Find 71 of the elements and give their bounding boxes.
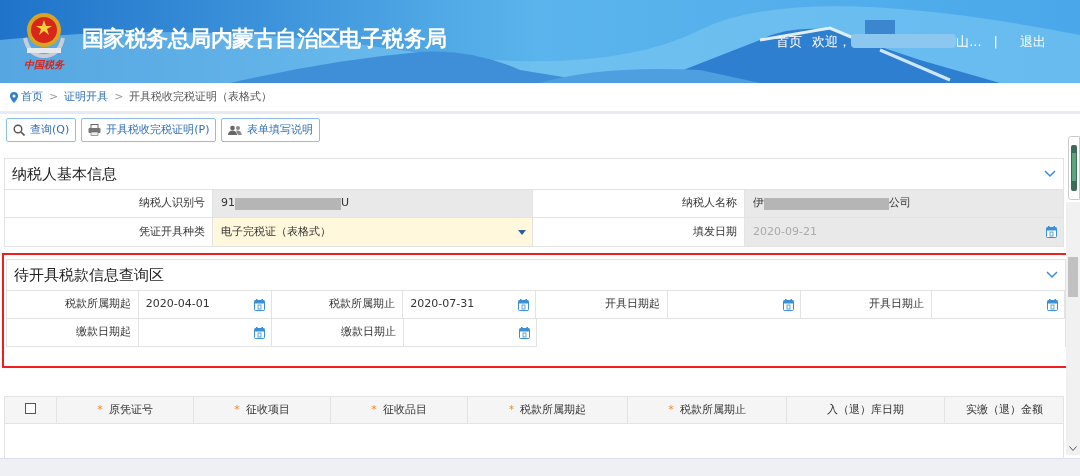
required-mark: *	[508, 401, 515, 418]
column-label: 税款所属期起	[520, 401, 587, 418]
calendar-icon[interactable]	[519, 326, 530, 339]
section-title: 待开具税款信息查询区	[14, 264, 164, 286]
scrollbar-thumb[interactable]	[1068, 257, 1078, 297]
dropdown-caret-icon[interactable]	[518, 229, 526, 235]
field-label: 税款所属期起	[7, 291, 139, 319]
side-widget[interactable]	[1068, 136, 1080, 200]
calendar-icon[interactable]	[518, 298, 529, 311]
location-pin-icon	[10, 91, 18, 103]
breadcrumb-current: 开具税收完税证明（表格式）	[129, 88, 273, 105]
column-header[interactable]: 实缴（退）金额	[945, 397, 1063, 423]
toolbar-button[interactable]: 查询(Q)	[6, 118, 77, 142]
side-widget-icon	[1071, 143, 1077, 193]
calendar-icon[interactable]	[782, 298, 794, 311]
section-title: 纳税人基本信息	[12, 163, 117, 185]
site-title: 国家税务总局内蒙古自治区电子税务局	[82, 28, 447, 50]
header-link[interactable]: 首页	[776, 34, 803, 48]
scroll-down-icon[interactable]	[1069, 446, 1077, 451]
checkbox[interactable]	[25, 403, 36, 414]
column-header[interactable]: * 原凭证号	[57, 397, 194, 423]
column-label: 征收品目	[382, 401, 427, 418]
required-mark: *	[371, 401, 377, 418]
column-header[interactable]: * 税款所属期起	[468, 397, 628, 423]
field-value: 公司	[889, 195, 911, 212]
field-value: U	[341, 195, 350, 212]
column-label: 税款所属期止	[679, 401, 746, 418]
calendar-icon[interactable]	[254, 326, 265, 339]
date-field[interactable]	[139, 319, 272, 347]
date-field[interactable]: 2020-04-01	[138, 291, 272, 319]
column-label: 入（退）库日期	[827, 401, 904, 418]
required-mark: *	[97, 401, 103, 418]
column-label: 实缴（退）金额	[965, 401, 1043, 418]
column-header[interactable]: * 征收品目	[331, 397, 468, 423]
field-value: 2020-04-01	[145, 296, 210, 313]
required-mark: *	[234, 401, 240, 418]
scrollbar[interactable]	[1066, 202, 1080, 455]
people-icon	[228, 124, 243, 136]
search-icon	[13, 124, 25, 136]
calendar-icon[interactable]	[1047, 298, 1058, 311]
header-text: 山...	[956, 34, 982, 48]
breadcrumb-link[interactable]: 证明开具	[64, 88, 109, 106]
separator: |	[993, 34, 998, 48]
field-value: 2020-09-21	[753, 223, 817, 240]
printer-icon	[88, 124, 102, 136]
breadcrumb-separator: >	[114, 88, 124, 105]
toolbar-button[interactable]: 表单填写说明	[221, 118, 321, 142]
date-field[interactable]: 2020-07-31	[403, 291, 536, 319]
logo-text: 中国税务	[24, 60, 64, 70]
column-header[interactable]: * 税款所属期止	[628, 397, 787, 423]
column-label: 征收项目	[245, 401, 290, 418]
field-value: 2020-07-31	[410, 296, 475, 313]
field-label: 开具日期起	[536, 291, 668, 319]
breadcrumb-separator: >	[49, 88, 59, 105]
chevron-down-icon[interactable]	[1046, 271, 1058, 279]
column-header[interactable]: * 征收项目	[194, 397, 331, 423]
field-value: 伊	[753, 195, 764, 212]
field-value: 电子完税证（表格式）	[221, 223, 331, 240]
toolbar-button[interactable]: 开具税收完税证明(P)	[81, 118, 217, 142]
column-header[interactable]: 入（退）库日期	[787, 397, 945, 423]
required-mark: *	[668, 401, 674, 418]
select-field[interactable]: 电子完税证（表格式）	[213, 218, 533, 246]
date-field[interactable]	[667, 291, 801, 319]
header-text: 欢迎，	[812, 34, 852, 48]
date-field[interactable]	[404, 319, 537, 347]
date-field[interactable]	[932, 291, 1065, 319]
calendar-icon[interactable]	[253, 298, 265, 311]
breadcrumb-link[interactable]: 首页	[21, 88, 43, 106]
column-label: 原凭证号	[108, 401, 153, 418]
field-value: 91	[221, 195, 235, 212]
chevron-down-icon[interactable]	[1044, 170, 1056, 178]
